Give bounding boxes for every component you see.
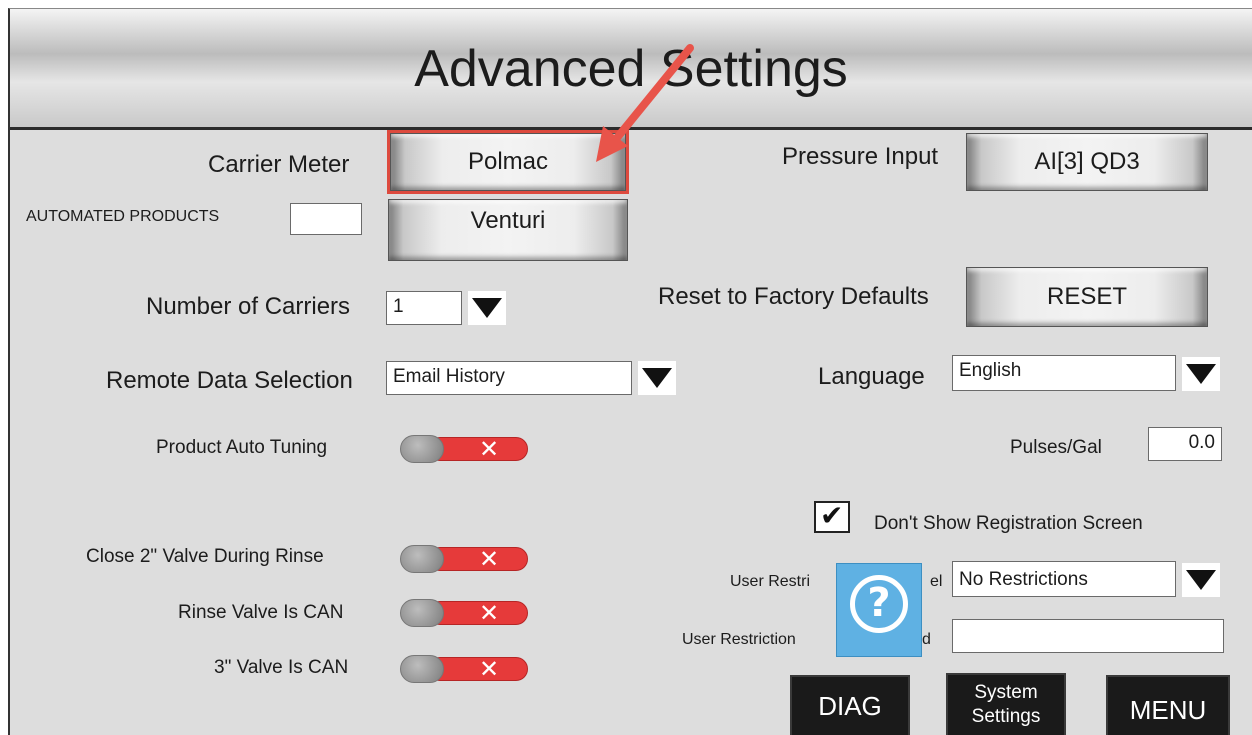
user-restriction-password-input[interactable]: [952, 619, 1224, 653]
user-restriction-level-dropdown-arrow-icon[interactable]: [1182, 563, 1220, 597]
toggle-off-icon: ✕: [479, 655, 500, 683]
product-auto-tuning-label: Product Auto Tuning: [156, 437, 328, 458]
close-2-valve-toggle[interactable]: ✕: [400, 545, 528, 573]
toggle-knob: [400, 655, 444, 683]
menu-button[interactable]: MENU: [1106, 675, 1230, 735]
user-restriction-level-label: User Restri: [730, 573, 811, 590]
reset-defaults-label: Reset to Factory Defaults: [658, 283, 929, 310]
system-settings-label-line2: Settings: [971, 706, 1041, 727]
toggle-off-icon: ✕: [479, 599, 500, 627]
venturi-button[interactable]: Venturi: [388, 199, 628, 261]
user-restriction-password-label-end: d: [922, 631, 931, 648]
title-bar: Advanced Settings: [10, 9, 1252, 130]
pressure-input-value: AI[3] QD3: [1034, 148, 1140, 175]
remote-data-selection-label: Remote Data Selection: [106, 367, 353, 394]
system-settings-label-line1: System: [974, 682, 1038, 703]
reset-button-label: RESET: [1046, 283, 1127, 310]
remote-data-selection-dropdown-arrow-icon[interactable]: [638, 361, 676, 395]
rinse-valve-can-label: Rinse Valve Is CAN: [178, 602, 344, 623]
toggle-off-icon: ✕: [479, 435, 500, 463]
language-dropdown-arrow-icon[interactable]: [1182, 357, 1220, 391]
reset-button[interactable]: RESET: [966, 267, 1208, 327]
toggle-off-icon: ✕: [479, 545, 500, 573]
number-of-carriers-value[interactable]: 1: [386, 291, 462, 325]
pressure-input-button[interactable]: AI[3] QD3: [966, 133, 1208, 191]
user-restriction-level-value[interactable]: No Restrictions: [952, 561, 1176, 597]
language-value[interactable]: English: [952, 355, 1176, 391]
registration-checkbox[interactable]: ✔: [814, 499, 850, 533]
user-restriction-level-label-end: el: [930, 573, 943, 590]
valve-3-can-toggle[interactable]: ✕: [400, 655, 528, 683]
number-of-carriers-dropdown-arrow-icon[interactable]: [468, 291, 506, 325]
venturi-label: Venturi: [470, 207, 546, 234]
rinse-valve-can-toggle[interactable]: ✕: [400, 599, 528, 627]
toggle-knob: [400, 599, 444, 627]
question-mark-icon: ?: [850, 575, 908, 633]
system-settings-button[interactable]: System Settings: [946, 673, 1066, 735]
toggle-knob: [400, 435, 444, 463]
product-auto-tuning-toggle[interactable]: ✕: [400, 435, 528, 463]
close-2-valve-label: Close 2" Valve During Rinse: [86, 546, 324, 567]
diag-button[interactable]: DIAG: [790, 675, 910, 735]
language-label: Language: [818, 363, 925, 390]
valve-3-can-label: 3" Valve Is CAN: [214, 657, 349, 678]
automated-products-input[interactable]: [290, 203, 362, 235]
help-button[interactable]: ?: [836, 563, 922, 657]
advanced-settings-screen: Advanced Settings Carrier Meter Polmac A…: [8, 8, 1252, 735]
number-of-carriers-label: Number of Carriers: [146, 293, 351, 320]
toggle-knob: [400, 545, 444, 573]
registration-label: Don't Show Registration Screen: [874, 513, 1143, 534]
carrier-meter-value: Polmac: [467, 148, 549, 175]
checkmark-icon: ✔: [820, 499, 844, 532]
user-restriction-password-label: User Restriction: [682, 631, 796, 648]
carrier-meter-label: Carrier Meter: [208, 151, 350, 178]
automated-products-label: AUTOMATED PRODUCTS: [26, 208, 220, 225]
pulses-gal-label: Pulses/Gal: [1010, 437, 1102, 458]
page-title: Advanced Settings: [414, 40, 848, 98]
carrier-meter-button[interactable]: Polmac: [387, 130, 629, 194]
remote-data-selection-value[interactable]: Email History: [386, 361, 632, 395]
pulses-gal-input[interactable]: 0.0: [1148, 427, 1222, 461]
pressure-input-label: Pressure Input: [782, 143, 939, 170]
